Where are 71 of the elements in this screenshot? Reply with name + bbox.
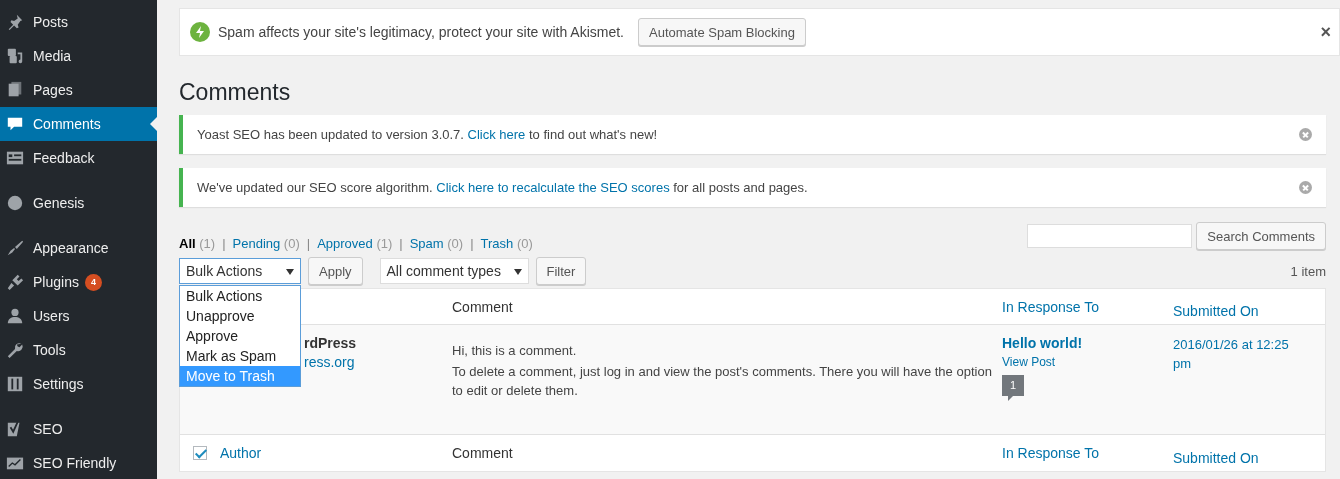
- plug-icon: [6, 273, 24, 291]
- menu-item[interactable]: SEO Friendly: [0, 446, 157, 479]
- comment-text: To delete a comment, just log in and view the post's comments. There you will have the option to edit or delete them.: [452, 363, 992, 400]
- dismiss-icon[interactable]: [1299, 128, 1312, 141]
- submitted-date[interactable]: 2016/01/26 at 12:25 pm: [1173, 325, 1325, 373]
- checkbox[interactable]: [193, 446, 207, 460]
- column-header[interactable]: Submitted On: [1173, 438, 1325, 468]
- separator: |: [399, 235, 403, 251]
- list-icon: [6, 149, 24, 167]
- menu-item[interactable]: Users: [0, 299, 157, 333]
- separator: |: [306, 235, 311, 251]
- column-header[interactable]: Author: [220, 445, 262, 461]
- comment-type-select[interactable]: All comment types: [379, 258, 529, 284]
- column-header[interactable]: In Response To: [1002, 445, 1100, 461]
- notice-text: Yoast SEO has been updated to version 3.0.7. Click here to find out what's new!: [197, 127, 658, 142]
- column-header: Comment: [452, 445, 513, 461]
- menu-option[interactable]: Unapprove: [180, 306, 300, 326]
- circle-icon: [6, 194, 24, 212]
- spam-blocking-button[interactable]: Automate Spam Blocking: [638, 18, 806, 46]
- separator: |: [222, 235, 226, 251]
- author-link[interactable]: ress.org: [304, 354, 355, 370]
- apply-button[interactable]: Apply: [308, 257, 363, 285]
- item-count: 1 item: [1290, 263, 1326, 279]
- notice-link[interactable]: Click here: [467, 127, 526, 142]
- sliders-icon: [6, 375, 24, 393]
- filter-link[interactable]: All (1): [179, 235, 216, 251]
- menu-item[interactable]: Comments: [0, 107, 157, 141]
- search-button[interactable]: Search Comments: [1196, 222, 1326, 250]
- notice-link[interactable]: Click here to recalculate the SEO scores: [436, 180, 670, 195]
- menu-option[interactable]: Mark as Spam: [180, 346, 300, 366]
- filter-link[interactable]: Approved (1): [317, 235, 393, 251]
- pin-icon: [6, 13, 24, 31]
- count-badge: 4: [84, 273, 102, 291]
- menu-item[interactable]: Appearance: [0, 231, 157, 265]
- column-header[interactable]: Submitted On: [1173, 292, 1325, 321]
- column-header: Comment: [452, 298, 513, 315]
- menu-item[interactable]: Genesis: [0, 186, 157, 220]
- menu-option[interactable]: Bulk Actions: [180, 286, 300, 306]
- filter-button[interactable]: Filter: [535, 257, 587, 285]
- brush-icon: [6, 239, 24, 257]
- lightning-icon: [190, 22, 210, 42]
- menu-item[interactable]: Posts: [0, 5, 157, 39]
- media-icon: [6, 47, 24, 65]
- author-name: rdPress: [304, 335, 357, 351]
- comment-text: Hi, this is a comment.: [452, 342, 578, 360]
- filter-link[interactable]: Pending (0): [232, 235, 300, 251]
- menu-item[interactable]: Media: [0, 39, 157, 73]
- column-header[interactable]: In Response To: [1002, 298, 1100, 315]
- menu-item[interactable]: Tools: [0, 333, 157, 367]
- menu-item[interactable]: Settings: [0, 367, 157, 401]
- page-title: Comments: [179, 79, 292, 106]
- post-link[interactable]: Hello world!: [1002, 335, 1083, 351]
- menu-item[interactable]: Pages: [0, 73, 157, 107]
- separator: |: [470, 235, 474, 251]
- view-post-link[interactable]: View Post: [1002, 355, 1056, 369]
- search-field[interactable]: [1027, 224, 1193, 248]
- menu-item[interactable]: Plugins 4: [0, 265, 157, 299]
- pages-icon: [6, 81, 24, 99]
- bulk-actions-select[interactable]: Bulk Actions: [179, 258, 301, 284]
- comment-count-badge[interactable]: 1: [1002, 375, 1025, 401]
- menu-option[interactable]: Approve: [180, 326, 300, 346]
- notice-text: We've updated our SEO score algorithm. Click here to recalculate the SEO scores for all posts and pages.: [197, 180, 808, 195]
- filter-link[interactable]: Trash (0): [480, 235, 533, 251]
- close-button[interactable]: ×: [1320, 21, 1331, 43]
- wrench-icon: [6, 341, 24, 359]
- menu-item[interactable]: Feedback: [0, 141, 157, 175]
- menu-item[interactable]: SEO: [0, 412, 157, 446]
- user-icon: [6, 307, 24, 325]
- dismiss-icon[interactable]: [1299, 181, 1312, 194]
- notice-text: Spam affects your site's legitimacy, protect your site with Akismet.: [218, 24, 624, 40]
- filter-link[interactable]: Spam (0): [409, 235, 464, 251]
